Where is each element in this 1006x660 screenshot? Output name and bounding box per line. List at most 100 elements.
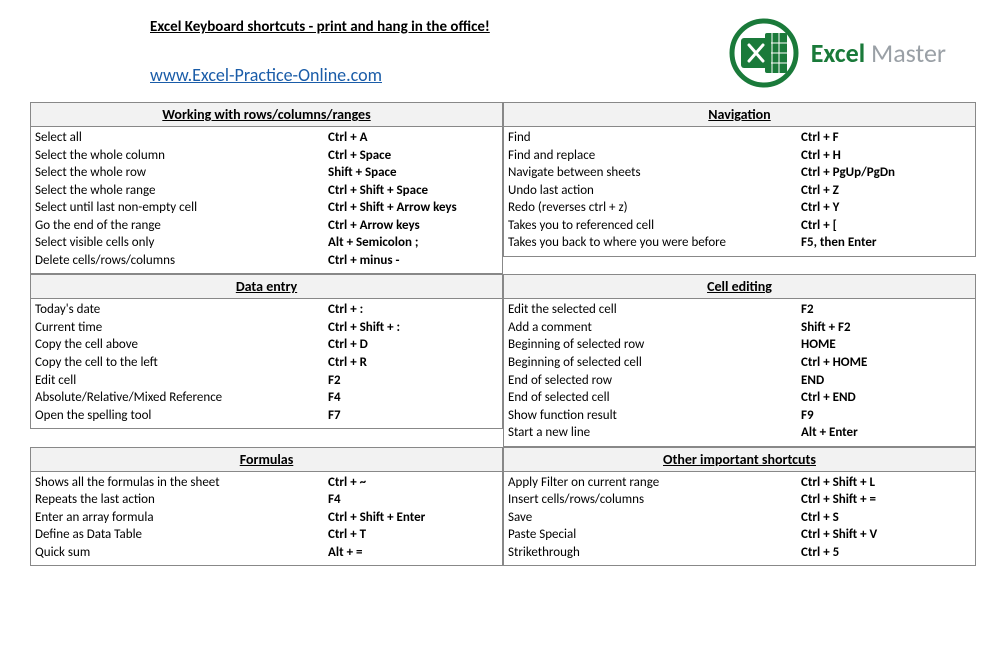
shortcut-key: Ctrl + [ (801, 217, 977, 235)
shortcut-desc: Copy the cell to the left (35, 354, 328, 372)
shortcut-row: Redo (reverses ctrl + z)Ctrl + Y (508, 199, 971, 217)
shortcut-row: SaveCtrl + S (508, 509, 971, 527)
shortcut-key: F4 (328, 491, 504, 509)
shortcut-key: Ctrl + ~ (328, 474, 504, 492)
shortcut-row: Copy the cell aboveCtrl + D (35, 336, 498, 354)
shortcut-desc: Apply Filter on current range (508, 474, 801, 492)
shortcut-key: Ctrl + R (328, 354, 504, 372)
shortcut-desc: Select the whole range (35, 182, 328, 200)
shortcut-desc: Undo last action (508, 182, 801, 200)
shortcut-row: Today's dateCtrl + : (35, 301, 498, 319)
shortcut-row: Copy the cell to the leftCtrl + R (35, 354, 498, 372)
shortcut-row: Show function resultF9 (508, 407, 971, 425)
shortcut-key: Ctrl + PgUp/PgDn (801, 164, 977, 182)
shortcut-row: Select until last non-empty cellCtrl + S… (35, 199, 498, 217)
shortcut-row: Takes you to referenced cellCtrl + [ (508, 217, 971, 235)
shortcut-key: Ctrl + Shift + Arrow keys (328, 199, 504, 217)
shortcut-desc: Edit cell (35, 372, 328, 390)
excel-logo-icon (729, 18, 799, 88)
shortcut-row: Paste SpecialCtrl + Shift + V (508, 526, 971, 544)
page-title: Excel Keyboard shortcuts - print and han… (150, 18, 729, 36)
shortcut-row: Beginning of selected rowHOME (508, 336, 971, 354)
shortcut-key: Ctrl + Shift + L (801, 474, 977, 492)
shortcut-key: Ctrl + Shift + Enter (328, 509, 504, 527)
section-header-formulas: Formulas (30, 447, 503, 472)
shortcut-desc: Repeats the last action (35, 491, 328, 509)
shortcut-row: Select allCtrl + A (35, 129, 498, 147)
shortcut-desc: Paste Special (508, 526, 801, 544)
shortcut-desc: Takes you to referenced cell (508, 217, 801, 235)
shortcut-row: Shows all the formulas in the sheetCtrl … (35, 474, 498, 492)
shortcut-desc: Copy the cell above (35, 336, 328, 354)
section-body-formulas: Shows all the formulas in the sheetCtrl … (30, 472, 503, 567)
shortcut-key: Ctrl + 5 (801, 544, 977, 562)
shortcut-row: Absolute/Relative/Mixed ReferenceF4 (35, 389, 498, 407)
shortcut-desc: Redo (reverses ctrl + z) (508, 199, 801, 217)
section-header-navigation: Navigation (503, 102, 976, 127)
shortcut-row: Select visible cells onlyAlt + Semicolon… (35, 234, 498, 252)
shortcut-key: Ctrl + minus - (328, 252, 504, 270)
site-link[interactable]: www.Excel-Practice-Online.com (150, 64, 382, 86)
shortcut-key: Ctrl + Shift + = (801, 491, 977, 509)
shortcut-key: HOME (801, 336, 977, 354)
shortcut-row: Quick sumAlt + = (35, 544, 498, 562)
section-header-data-entry: Data entry (30, 274, 503, 299)
shortcut-key: F4 (328, 389, 504, 407)
shortcut-key: Ctrl + A (328, 129, 504, 147)
shortcut-row: End of selected rowEND (508, 372, 971, 390)
shortcut-key: Ctrl + H (801, 147, 977, 165)
shortcut-key: F7 (328, 407, 504, 425)
shortcut-key: Ctrl + END (801, 389, 977, 407)
shortcut-key: END (801, 372, 977, 390)
shortcut-desc: Save (508, 509, 801, 527)
shortcut-row: Navigate between sheetsCtrl + PgUp/PgDn (508, 164, 971, 182)
shortcut-row: Go the end of the rangeCtrl + Arrow keys (35, 217, 498, 235)
shortcut-desc: Insert cells/rows/columns (508, 491, 801, 509)
shortcut-row: FindCtrl + F (508, 129, 971, 147)
shortcut-desc: Select the whole column (35, 147, 328, 165)
shortcut-row: Apply Filter on current rangeCtrl + Shif… (508, 474, 971, 492)
shortcut-desc: Define as Data Table (35, 526, 328, 544)
section-header-rows-cols: Working with rows/columns/ranges (30, 102, 503, 127)
section-body-navigation: FindCtrl + FFind and replaceCtrl + HNavi… (503, 127, 976, 257)
shortcut-key: Alt + Enter (801, 424, 977, 442)
shortcut-desc: Show function result (508, 407, 801, 425)
header: Excel Keyboard shortcuts - print and han… (30, 18, 976, 88)
shortcut-row: Current timeCtrl + Shift + : (35, 319, 498, 337)
shortcut-row: End of selected cellCtrl + END (508, 389, 971, 407)
shortcut-key: Ctrl + Z (801, 182, 977, 200)
shortcut-key: Ctrl + D (328, 336, 504, 354)
shortcut-key: Ctrl + T (328, 526, 504, 544)
shortcut-key: F2 (328, 372, 504, 390)
shortcut-row: Edit cellF2 (35, 372, 498, 390)
shortcut-desc: Select the whole row (35, 164, 328, 182)
shortcut-desc: Quick sum (35, 544, 328, 562)
shortcut-key: F5, then Enter (801, 234, 977, 252)
shortcut-row: Add a commentShift + F2 (508, 319, 971, 337)
shortcut-key: Ctrl + HOME (801, 354, 977, 372)
shortcut-row: Takes you back to where you were beforeF… (508, 234, 971, 252)
shortcut-key: Shift + F2 (801, 319, 977, 337)
shortcut-row: Find and replaceCtrl + H (508, 147, 971, 165)
header-left: Excel Keyboard shortcuts - print and han… (30, 18, 729, 86)
shortcut-row: Undo last actionCtrl + Z (508, 182, 971, 200)
shortcut-key: F2 (801, 301, 977, 319)
section-header-other: Other important shortcuts (503, 447, 976, 472)
shortcut-desc: End of selected row (508, 372, 801, 390)
shortcut-desc: Beginning of selected row (508, 336, 801, 354)
shortcut-desc: Takes you back to where you were before (508, 234, 801, 252)
shortcut-desc: Open the spelling tool (35, 407, 328, 425)
shortcut-key: Ctrl + S (801, 509, 977, 527)
section-header-cell-editing: Cell editing (503, 274, 976, 299)
shortcut-key: Ctrl + F (801, 129, 977, 147)
shortcut-row: StrikethroughCtrl + 5 (508, 544, 971, 562)
shortcut-desc: Start a new line (508, 424, 801, 442)
shortcut-desc: Shows all the formulas in the sheet (35, 474, 328, 492)
shortcut-desc: Find and replace (508, 147, 801, 165)
logo: Excel Master (729, 18, 976, 88)
logo-text-excel: Excel (811, 37, 865, 69)
shortcut-key: Ctrl + Space (328, 147, 504, 165)
shortcut-key: Alt + Semicolon ; (328, 234, 504, 252)
shortcut-key: F9 (801, 407, 977, 425)
shortcut-desc: Add a comment (508, 319, 801, 337)
